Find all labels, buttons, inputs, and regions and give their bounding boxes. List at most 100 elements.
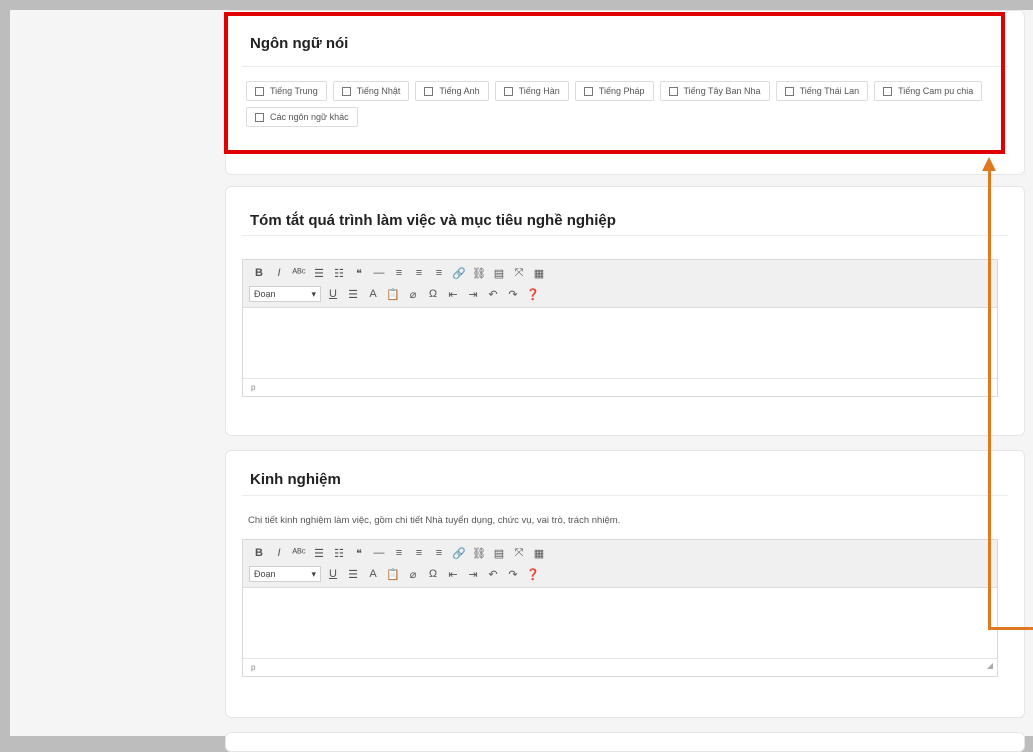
checkbox-icon[interactable]: [784, 86, 794, 96]
align-left-icon[interactable]: ≡: [389, 544, 409, 562]
blockquote-icon[interactable]: ❝: [349, 264, 369, 282]
undo-icon[interactable]: ↶: [483, 285, 503, 303]
language-options: Tiếng Trung Tiếng Nhật Tiếng Anh Tiếng Hàn T…: [246, 81, 1016, 127]
language-option-label: Tiếng Nhật: [356, 86, 401, 96]
bold-icon[interactable]: B: [249, 544, 269, 562]
next-card: [225, 732, 1025, 752]
align-left-icon[interactable]: ≡: [389, 264, 409, 282]
read-more-icon[interactable]: ▤: [489, 544, 509, 562]
language-option[interactable]: Tiếng Pháp: [574, 81, 654, 101]
language-option[interactable]: Các ngôn ngữ khác: [246, 107, 358, 127]
languages-title: Ngôn ngữ nói: [250, 35, 349, 52]
language-option[interactable]: Tiếng Tây Ban Nha: [659, 81, 770, 101]
language-option[interactable]: Tiếng Trung: [246, 81, 327, 101]
language-option[interactable]: Tiếng Hàn: [494, 81, 569, 101]
experience-status-bar: p ◢: [243, 658, 997, 676]
language-option-label: Tiếng Tây Ban Nha: [683, 86, 761, 96]
summary-editor-toolbar: B Iᴬᴮᶜ ☰ ☷ ❝ — ≡ ≡ ≡ 🔗 ⛓ ▤ ⤧ ▦ Đoạn ▾ U ☰ A 📋 ⌀ Ω ⇤ ⇥ ↶ ↷ ❓: [243, 260, 997, 308]
checkbox-icon[interactable]: [424, 86, 434, 96]
language-option-label: Tiếng Thái Lan: [799, 86, 860, 96]
numbered-list-icon[interactable]: ☷: [329, 264, 349, 282]
toolbar-toggle-icon[interactable]: ▦: [529, 264, 549, 282]
align-center-icon[interactable]: ≡: [409, 544, 429, 562]
underline-icon[interactable]: U: [323, 565, 343, 583]
paste-text-icon[interactable]: 📋: [383, 565, 403, 583]
paste-text-icon[interactable]: 📋: [383, 285, 403, 303]
horizontal-rule-icon[interactable]: —: [369, 264, 389, 282]
checkbox-icon[interactable]: [883, 86, 893, 96]
horizontal-rule-icon[interactable]: —: [369, 544, 389, 562]
checkbox-icon[interactable]: [503, 86, 513, 96]
text-color-icon[interactable]: A: [363, 285, 383, 303]
undo-icon[interactable]: ↶: [483, 565, 503, 583]
language-option[interactable]: Tiếng Anh: [415, 81, 489, 101]
chevron-down-icon: ▾: [311, 288, 316, 299]
checkbox-icon[interactable]: [255, 112, 264, 122]
element-path: p: [251, 663, 256, 672]
checkbox-icon[interactable]: [341, 86, 351, 96]
special-char-icon[interactable]: Ω: [423, 565, 443, 583]
bullet-list-icon[interactable]: ☰: [309, 544, 329, 562]
checkbox-icon[interactable]: [583, 86, 593, 96]
read-more-icon[interactable]: ▤: [489, 264, 509, 282]
summary-status-bar: p: [243, 378, 997, 396]
indent-icon[interactable]: ⇥: [463, 285, 483, 303]
align-right-icon[interactable]: ≡: [429, 544, 449, 562]
unlink-icon[interactable]: ⛓: [469, 544, 489, 562]
bullet-list-icon[interactable]: ☰: [309, 264, 329, 282]
clear-format-icon[interactable]: ⌀: [403, 565, 423, 583]
unlink-icon[interactable]: ⛓: [469, 264, 489, 282]
special-char-icon[interactable]: Ω: [423, 285, 443, 303]
strikethrough-icon[interactable]: ᴬᴮᶜ: [289, 544, 309, 562]
toolbar-row-2: Đoạn ▾ U ☰ A 📋 ⌀ Ω ⇤ ⇥ ↶ ↷ ❓: [249, 564, 543, 584]
summary-text-area[interactable]: [243, 308, 997, 378]
page-background: Ngôn ngữ nói Tiếng Trung Tiếng Nhật Tiếng …: [10, 10, 1033, 752]
numbered-list-icon[interactable]: ☷: [329, 544, 349, 562]
outdent-icon[interactable]: ⇤: [443, 565, 463, 583]
language-option[interactable]: Tiếng Nhật: [332, 81, 410, 101]
arrow-line: [988, 627, 1033, 630]
link-icon[interactable]: 🔗: [449, 544, 469, 562]
element-path: p: [251, 383, 256, 392]
indent-icon[interactable]: ⇥: [463, 565, 483, 583]
language-option-label: Tiếng Cam pu chia: [898, 86, 974, 96]
italic-icon[interactable]: I: [269, 544, 289, 562]
toolbar-row-2: Đoạn ▾ U ☰ A 📋 ⌀ Ω ⇤ ⇥ ↶ ↷ ❓: [249, 284, 543, 304]
language-option-label: Tiếng Trung: [270, 86, 318, 96]
languages-card: Ngôn ngữ nói Tiếng Trung Tiếng Nhật Tiếng …: [225, 10, 1025, 175]
italic-icon[interactable]: I: [269, 264, 289, 282]
clear-format-icon[interactable]: ⌀: [403, 285, 423, 303]
redo-icon[interactable]: ↷: [503, 565, 523, 583]
language-option-label: Các ngôn ngữ khác: [270, 112, 349, 122]
justify-icon[interactable]: ☰: [343, 565, 363, 583]
experience-card: Kinh nghiệm Chi tiết kinh nghiệm làm việ…: [225, 450, 1025, 718]
toolbar-toggle-icon[interactable]: ▦: [529, 544, 549, 562]
text-color-icon[interactable]: A: [363, 565, 383, 583]
language-option[interactable]: Tiếng Thái Lan: [775, 81, 869, 101]
summary-card: Tóm tắt quá trình làm việc và mục tiêu n…: [225, 186, 1025, 436]
checkbox-icon[interactable]: [668, 86, 678, 96]
blockquote-icon[interactable]: ❝: [349, 544, 369, 562]
strikethrough-icon[interactable]: ᴬᴮᶜ: [289, 264, 309, 282]
fullscreen-icon[interactable]: ⤧: [509, 264, 529, 282]
bold-icon[interactable]: B: [249, 264, 269, 282]
language-option[interactable]: Tiếng Cam pu chia: [874, 81, 983, 101]
fullscreen-icon[interactable]: ⤧: [509, 544, 529, 562]
experience-editor: B Iᴬᴮᶜ ☰ ☷ ❝ — ≡ ≡ ≡ 🔗 ⛓ ▤ ⤧ ▦ Đoạn ▾ U ☰ A 📋 ⌀ Ω ⇤ ⇥ ↶ ↷ ❓ p ◢: [242, 539, 998, 677]
help-icon[interactable]: ❓: [523, 285, 543, 303]
align-center-icon[interactable]: ≡: [409, 264, 429, 282]
underline-icon[interactable]: U: [323, 285, 343, 303]
redo-icon[interactable]: ↷: [503, 285, 523, 303]
checkbox-icon[interactable]: [255, 86, 264, 96]
help-icon[interactable]: ❓: [523, 565, 543, 583]
resize-handle-icon[interactable]: ◢: [987, 657, 993, 674]
format-select-value: Đoạn: [254, 289, 276, 299]
justify-icon[interactable]: ☰: [343, 285, 363, 303]
format-select[interactable]: Đoạn ▾: [249, 566, 321, 582]
experience-text-area[interactable]: [243, 588, 997, 658]
outdent-icon[interactable]: ⇤: [443, 285, 463, 303]
link-icon[interactable]: 🔗: [449, 264, 469, 282]
format-select[interactable]: Đoạn ▾: [249, 286, 321, 302]
toolbar-row-1: B Iᴬᴮᶜ ☰ ☷ ❝ — ≡ ≡ ≡ 🔗 ⛓ ▤ ⤧ ▦: [249, 543, 549, 563]
align-right-icon[interactable]: ≡: [429, 264, 449, 282]
